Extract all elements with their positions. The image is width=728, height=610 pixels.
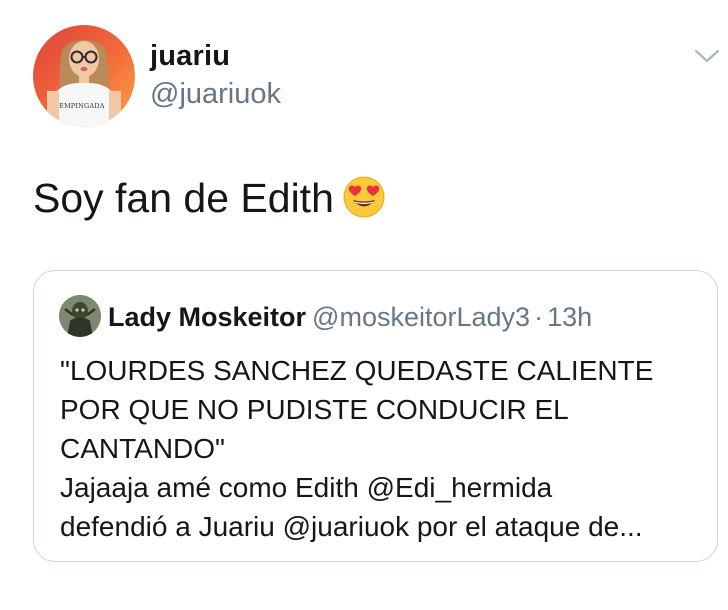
tweet-text-body: Soy fan de Edith <box>33 175 334 221</box>
chevron-down-icon[interactable] <box>694 48 720 64</box>
quoted-tweet-card[interactable]: Lady Moskeitor @moskeitorLady3 · 13h "LOURD… <box>33 270 718 562</box>
quoted-author-display-name: Lady Moskeitor <box>108 302 307 332</box>
quoted-tweet-line: Jajaaja amé como Edith @Edi_hermida <box>60 472 553 503</box>
tweet-text: Soy fan de Edith <box>33 172 386 224</box>
author-display-name[interactable]: juariu <box>150 40 230 73</box>
quoted-tweet-text: "LOURDES SANCHEZ QUEDASTE CALIENTE POR Q… <box>60 351 700 546</box>
quoted-tweet-line: POR QUE NO PUDISTE CONDUCIR EL <box>60 394 569 425</box>
quoted-author-handle: @moskeitorLady3 <box>312 302 531 332</box>
quoted-tweet-timestamp[interactable]: 13h <box>547 302 592 332</box>
quoted-tweet-separator: · <box>534 302 544 332</box>
author-avatar[interactable]: EMPINGADA <box>33 25 135 127</box>
quoted-tweet-line: "LOURDES SANCHEZ QUEDASTE CALIENTE <box>60 355 654 386</box>
avatar-shirt-text: EMPINGADA <box>59 102 105 110</box>
quoted-tweet-header: Lady Moskeitor @moskeitorLady3 · 13h <box>108 301 592 333</box>
quoted-author-avatar[interactable] <box>59 295 101 337</box>
heart-eyes-emoji-icon <box>342 175 386 219</box>
author-handle[interactable]: @juariuok <box>150 78 281 111</box>
quoted-tweet-line: defendió a Juariu @juariuok por el ataqu… <box>60 511 643 542</box>
quoted-tweet-line: CANTANDO" <box>60 433 225 464</box>
